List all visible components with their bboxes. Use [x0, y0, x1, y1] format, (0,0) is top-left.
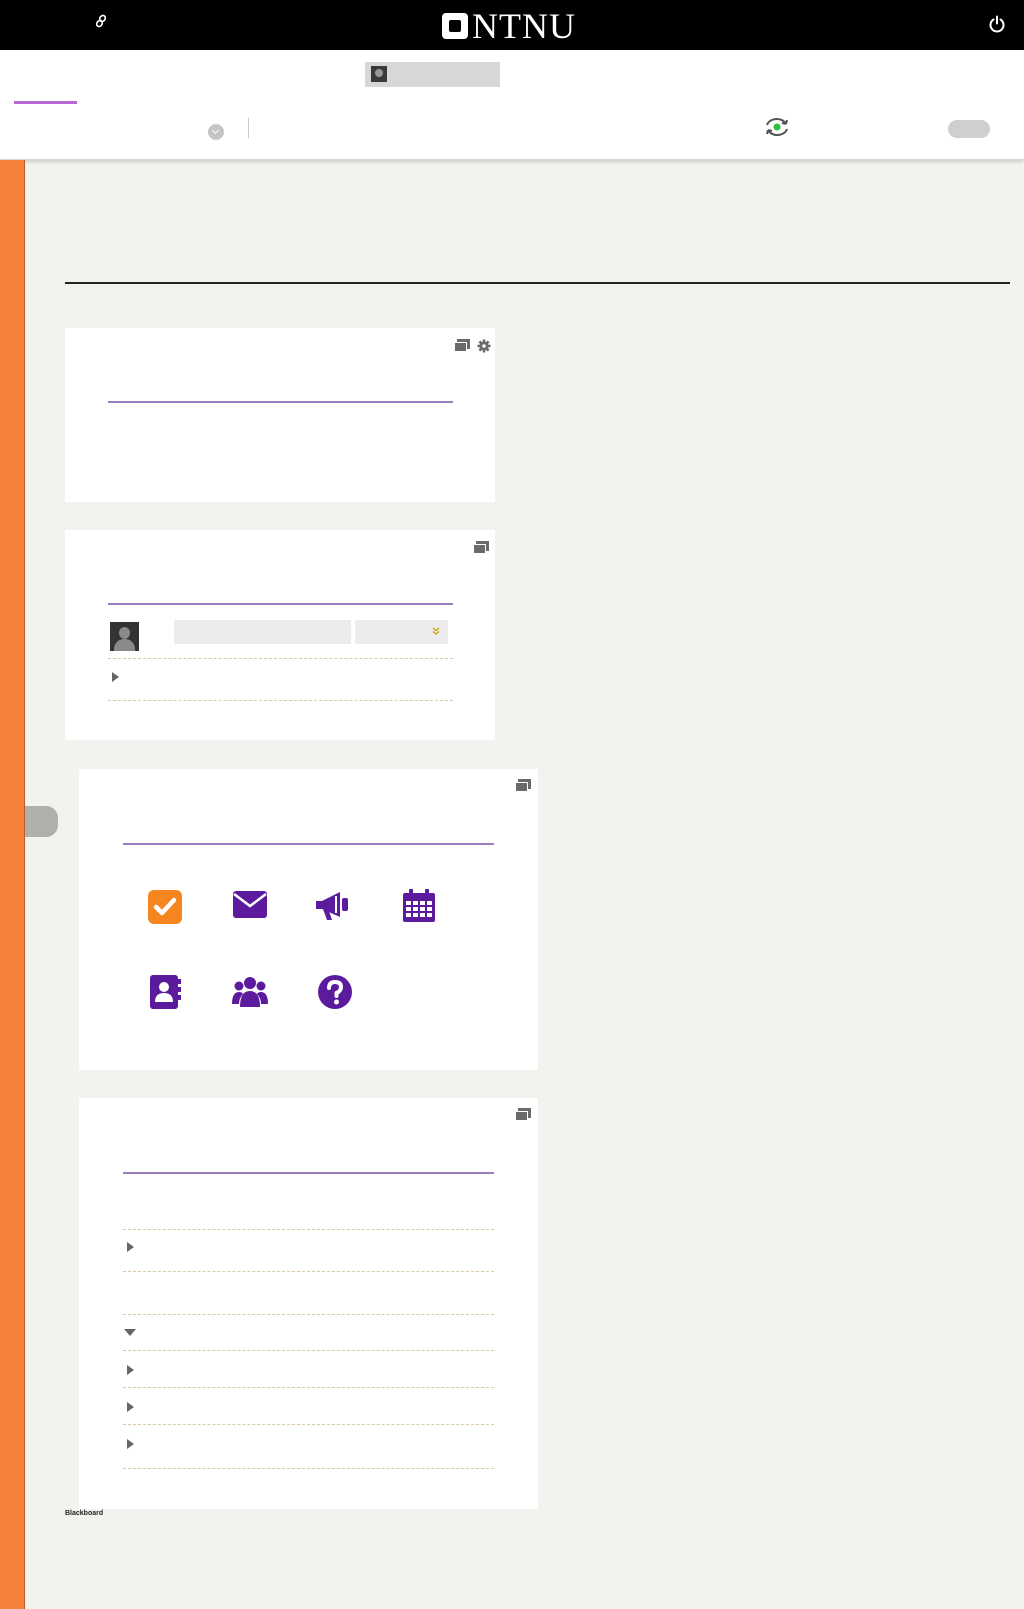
page-header	[0, 50, 1024, 160]
collapse-icon[interactable]	[473, 541, 489, 555]
list-divider	[123, 1468, 494, 1469]
collapse-arrow-icon[interactable]	[124, 1329, 136, 1336]
sync-icon[interactable]	[764, 116, 790, 138]
list-divider	[123, 1229, 494, 1230]
ntnu-logo[interactable]: NTNU	[442, 8, 576, 44]
course-menu-toggle[interactable]	[25, 806, 58, 837]
module-tools	[473, 541, 489, 555]
help-icon[interactable]	[317, 974, 353, 1010]
chevron-down-icon[interactable]	[208, 124, 224, 140]
ntnu-logo-mark	[442, 13, 468, 39]
list-divider	[123, 1271, 494, 1272]
contacts-icon[interactable]	[147, 974, 183, 1010]
list-divider	[123, 1350, 494, 1351]
search-input[interactable]	[174, 620, 351, 644]
logo-text: NTNU	[472, 6, 576, 46]
footer-brand[interactable]: Blackboard	[65, 1510, 103, 1517]
power-icon[interactable]	[988, 15, 1006, 33]
toggle-switch[interactable]	[948, 120, 990, 138]
collapse-icon[interactable]	[515, 1108, 531, 1122]
collapse-icon[interactable]	[454, 339, 470, 353]
list-divider	[123, 1424, 494, 1425]
collapse-icon[interactable]	[515, 779, 531, 793]
module-4	[79, 1098, 538, 1509]
active-tab-indicator	[14, 101, 77, 104]
gear-icon[interactable]	[476, 339, 492, 353]
expand-arrow-icon[interactable]	[127, 1402, 134, 1412]
module-header-rule	[108, 603, 453, 605]
top-bar: NTNU	[0, 0, 1024, 50]
header-divider	[248, 118, 249, 138]
module-tools	[515, 1108, 531, 1122]
list-divider	[123, 1387, 494, 1388]
module-header-rule	[108, 401, 453, 403]
mail-icon[interactable]	[232, 887, 268, 923]
link-icon[interactable]	[94, 14, 108, 28]
calendar-icon[interactable]	[401, 888, 437, 924]
chevron-down-icon	[432, 627, 440, 635]
module-tools	[515, 779, 531, 793]
module-1	[65, 328, 495, 502]
announcements-icon[interactable]	[314, 888, 350, 924]
tasks-icon[interactable]	[147, 889, 183, 925]
filter-select[interactable]	[355, 620, 448, 644]
module-header-rule	[123, 1172, 494, 1174]
page-title-rule	[65, 282, 1010, 284]
module-tools	[454, 339, 492, 353]
list-divider	[108, 700, 453, 701]
expand-arrow-icon[interactable]	[127, 1242, 134, 1252]
expand-arrow-icon[interactable]	[112, 672, 119, 682]
tools-module	[79, 769, 538, 1070]
expand-arrow-icon[interactable]	[127, 1365, 134, 1375]
avatar	[110, 622, 139, 651]
list-divider	[108, 658, 453, 659]
course-menu-strip	[0, 160, 25, 1609]
expand-arrow-icon[interactable]	[127, 1439, 134, 1449]
user-menu[interactable]	[365, 62, 500, 87]
module-header-rule	[123, 843, 494, 845]
avatar	[371, 66, 387, 82]
list-divider	[123, 1314, 494, 1315]
groups-icon[interactable]	[232, 974, 268, 1010]
